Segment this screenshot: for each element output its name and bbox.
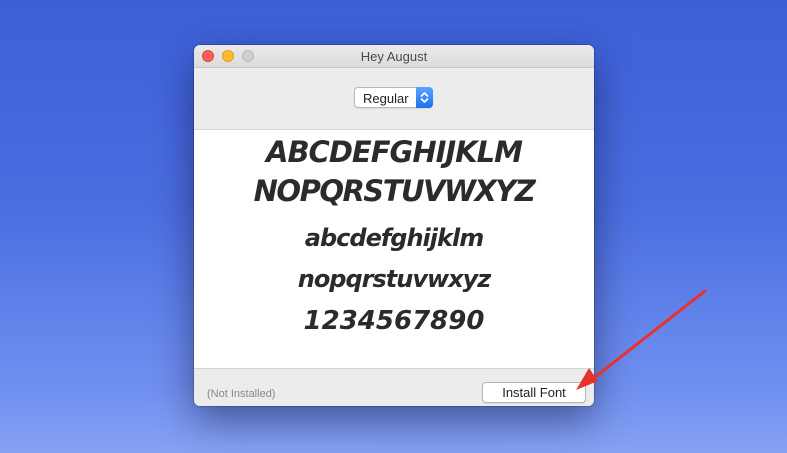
font-preview: ABCDEFGHIJKLM NOPQRSTUVWXYZ abcdefghijkl… [194, 129, 594, 369]
preview-uppercase-1: ABCDEFGHIJKLM [266, 135, 523, 169]
install-font-button[interactable]: Install Font [482, 382, 586, 403]
style-select-value: Regular [363, 91, 409, 106]
title-bar[interactable]: Hey August [194, 45, 594, 68]
preview-uppercase-2: NOPQRSTUVWXYZ [253, 174, 536, 208]
toolbar: Regular [194, 68, 594, 129]
install-status: (Not Installed) [207, 388, 276, 400]
preview-lowercase-1: abcdefghijklm [304, 224, 484, 252]
up-down-chevron-icon [416, 87, 433, 108]
window-title: Hey August [360, 49, 428, 64]
style-select[interactable]: Regular [354, 87, 433, 108]
footer: (Not Installed) Install Font [194, 369, 594, 406]
font-book-window: Hey August Regular ABCDEFGHIJKLM NOPQRST… [194, 45, 594, 406]
preview-lowercase-2: nopqrstuvwxyz [297, 265, 492, 293]
preview-digits: 1234567890 [303, 306, 485, 336]
